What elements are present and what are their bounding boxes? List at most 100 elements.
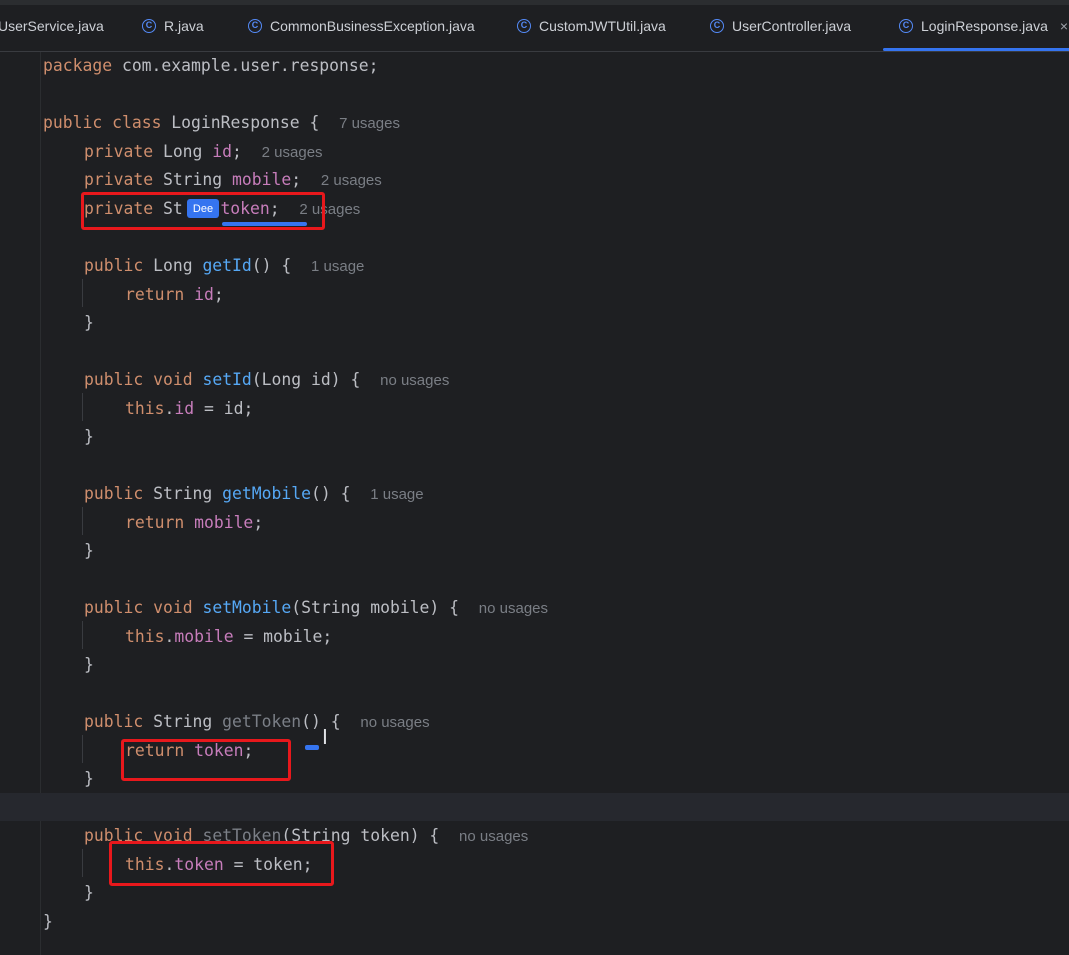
class-name: LoginResponse {: [161, 113, 320, 132]
code-line-closing-brace: }: [84, 769, 94, 788]
keyword: package: [43, 56, 113, 75]
class-icon: C: [517, 18, 531, 33]
usages-hint[interactable]: no usages: [380, 372, 449, 389]
indent-guide: [82, 393, 83, 421]
keyword: this: [125, 399, 165, 418]
type-name: Long: [143, 256, 203, 275]
tab-usercontroller[interactable]: C UserController.java: [710, 0, 851, 51]
indent-guide: [82, 849, 83, 877]
method-name: getId: [202, 256, 252, 275]
usages-hint[interactable]: 1 usage: [311, 258, 364, 275]
type-name: String: [153, 170, 233, 189]
code-line-closing-brace: }: [84, 541, 94, 560]
parameters: () {: [310, 484, 351, 503]
parameters: (String mobile) {: [291, 598, 460, 617]
punctuation: ;: [291, 170, 302, 189]
usages-hint[interactable]: 1 usage: [370, 486, 423, 503]
keyword: private: [84, 170, 154, 189]
code-line-field-mobile: private String mobile; 2 usages: [84, 166, 382, 194]
highlight-box-field-token: [81, 192, 325, 230]
code-line-getmobile-signature: public String getMobile() { 1 usage: [84, 480, 424, 508]
code-line-closing-brace: }: [84, 427, 94, 446]
usages-hint[interactable]: no usages: [360, 714, 429, 731]
keyword: void: [153, 598, 193, 617]
method-name: setId: [202, 370, 252, 389]
code-line-setid-body: this.id = id;: [125, 399, 254, 418]
keyword: private: [84, 142, 154, 161]
field-name: id: [194, 285, 214, 304]
field-name: mobile: [194, 513, 254, 532]
class-icon: C: [899, 18, 913, 33]
method-name: getMobile: [222, 484, 311, 503]
parameters: () {: [301, 712, 341, 731]
code-line-getmobile-body: return mobile;: [125, 509, 263, 537]
method-name: getToken: [222, 712, 302, 731]
keyword: public: [84, 484, 144, 503]
tab-loginresponse[interactable]: C LoginResponse.java ×: [882, 0, 1069, 51]
tab-r[interactable]: C R.java: [142, 0, 204, 51]
keyword: public: [84, 598, 144, 617]
field-name: mobile: [232, 170, 292, 189]
assignment: = id;: [194, 399, 254, 418]
class-icon: C: [710, 18, 724, 33]
code-line-field-id: private Long id; 2 usages: [84, 138, 323, 166]
code-line-class-declaration: public class LoginResponse { 7 usages: [43, 109, 400, 137]
punctuation: ;: [213, 285, 224, 304]
close-icon[interactable]: ×: [1060, 18, 1068, 34]
code-line-closing-brace: }: [84, 313, 94, 332]
tab-label: UserController.java: [732, 17, 852, 34]
usages-hint[interactable]: no usages: [459, 828, 528, 845]
tab-label: CustomJWTUtil.java: [539, 17, 666, 34]
code-line-setmobile-signature: public void setMobile(String mobile) { n…: [84, 594, 548, 622]
keyword: void: [153, 370, 193, 389]
code-line-package: package com.example.user.response;: [43, 52, 379, 80]
code-line-setmobile-body: this.mobile = mobile;: [125, 627, 333, 646]
usages-hint[interactable]: 7 usages: [339, 115, 400, 132]
tab-label: CommonBusinessException.java: [270, 17, 475, 34]
parameters: (Long id) {: [251, 370, 361, 389]
field-name: id: [212, 142, 233, 161]
code-line-setid-signature: public void setId(Long id) { no usages: [84, 366, 449, 394]
code-line-class-closing-brace: }: [43, 912, 53, 931]
type-name: Long: [153, 142, 213, 161]
indent-guide: [82, 279, 83, 307]
text-cursor-icon: I: [322, 725, 328, 749]
caret-marker: [305, 745, 319, 750]
keyword: return: [125, 285, 185, 304]
field-name: id: [174, 399, 195, 418]
keyword: public: [84, 712, 144, 731]
highlight-box-assign-token: [109, 841, 334, 886]
class-icon: C: [142, 18, 156, 33]
type-name: String: [143, 712, 223, 731]
code-editor[interactable]: package com.example.user.response; publi…: [0, 52, 1069, 955]
keyword: public: [84, 370, 144, 389]
punctuation: ;: [253, 513, 264, 532]
tab-customjwtutil[interactable]: C CustomJWTUtil.java: [517, 0, 666, 51]
tab-userservice[interactable]: UserService.java: [0, 0, 104, 51]
type-name: String: [143, 484, 223, 503]
keyword: public: [84, 256, 144, 275]
keyword: public: [43, 113, 103, 132]
tab-label: UserService.java: [0, 17, 104, 34]
code-line-gettoken-signature: public String getToken() { no usages: [84, 708, 430, 736]
code-line-closing-brace: }: [84, 883, 94, 902]
usages-hint[interactable]: 2 usages: [321, 172, 382, 189]
usages-hint[interactable]: no usages: [479, 600, 548, 617]
code-line-closing-brace: }: [84, 655, 94, 674]
usages-hint[interactable]: 2 usages: [262, 144, 323, 161]
tab-label: LoginResponse.java: [921, 17, 1048, 34]
current-line-highlight: [0, 793, 1069, 821]
class-icon: C: [248, 18, 262, 33]
keyword: return: [125, 513, 185, 532]
assignment: = mobile;: [233, 627, 333, 646]
code-line-getid-body: return id;: [125, 281, 224, 309]
editor-tab-bar: UserService.java C R.java C CommonBusine…: [0, 0, 1069, 52]
indent-guide: [82, 507, 83, 535]
code-line-getid-signature: public Long getId() { 1 usage: [84, 252, 364, 280]
highlight-box-return-token: [121, 739, 291, 781]
tab-commonbusinessexception[interactable]: C CommonBusinessException.java: [248, 0, 475, 51]
keyword: class: [112, 113, 162, 132]
parameters: () {: [251, 256, 292, 275]
punctuation: ;: [232, 142, 242, 161]
field-name: mobile: [174, 627, 234, 646]
